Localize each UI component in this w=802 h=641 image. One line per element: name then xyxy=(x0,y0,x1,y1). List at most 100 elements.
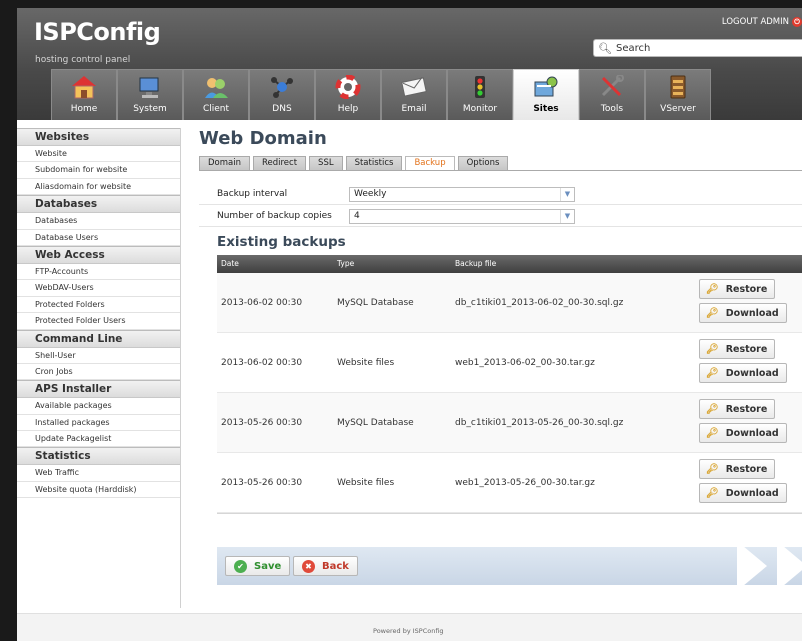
module-label: Tools xyxy=(600,104,624,114)
cancel-icon: ✖ xyxy=(302,559,315,573)
monitor-computer-icon xyxy=(136,74,164,100)
tab-statistics[interactable]: Statistics xyxy=(345,156,403,170)
tab-backup[interactable]: Backup xyxy=(405,156,455,170)
sidebar-item-website[interactable]: Website xyxy=(17,146,180,163)
download-button[interactable]: 🔑︎ Download xyxy=(699,363,787,383)
cell-backup-file: web1_2013-06-02_00-30.tar.gz xyxy=(455,358,595,368)
module-label: Home xyxy=(70,104,98,114)
table-row: 2013-06-02 00:30 Website files web1_2013… xyxy=(217,333,802,393)
module-home[interactable]: Home xyxy=(51,69,117,120)
footer: Powered by ISPConfig xyxy=(17,613,802,641)
footer-credit[interactable]: Powered by ISPConfig xyxy=(373,627,444,635)
sidebar-item-webdav-users[interactable]: WebDAV-Users xyxy=(17,280,180,297)
chevron-down-icon: ▼ xyxy=(560,188,574,201)
cell-backup-file: db_c1tiki01_2013-05-26_00-30.sql.gz xyxy=(455,418,624,428)
backup-interval-select[interactable]: Weekly ▼ xyxy=(349,187,575,202)
search-icon: 🔍︎ xyxy=(598,41,612,55)
cell-date: 2013-06-02 00:30 xyxy=(221,298,303,308)
module-tools[interactable]: Tools xyxy=(579,69,645,120)
module-sites[interactable]: Sites xyxy=(513,69,579,120)
tab-ssl[interactable]: SSL xyxy=(309,156,343,170)
module-system[interactable]: System xyxy=(117,69,183,120)
table-row: 2013-05-26 00:30 Website files web1_2013… xyxy=(217,453,802,513)
cell-date: 2013-05-26 00:30 xyxy=(221,418,303,428)
sidebar-item-subdomain[interactable]: Subdomain for website xyxy=(17,162,180,179)
restore-button[interactable]: 🔑︎ Restore xyxy=(699,279,776,299)
save-button[interactable]: ✔ Save xyxy=(225,556,291,576)
module-label: Client xyxy=(202,104,230,114)
module-help[interactable]: Help xyxy=(315,69,381,120)
restore-button[interactable]: 🔑︎ Restore xyxy=(699,339,776,359)
app-subtitle: hosting control panel xyxy=(35,55,131,65)
sidebar-nav: Websites Website Subdomain for website A… xyxy=(17,128,181,608)
key-icon: 🔑︎ xyxy=(706,403,719,415)
sidebar-item-web-traffic[interactable]: Web Traffic xyxy=(17,465,180,482)
table-header: Date Type Backup file xyxy=(217,255,802,273)
backup-copies-select[interactable]: 4 ▼ xyxy=(349,209,575,224)
download-button[interactable]: 🔑︎ Download xyxy=(699,423,787,443)
tab-redirect[interactable]: Redirect xyxy=(252,156,307,170)
sidebar-item-update-packagelist[interactable]: Update Packagelist xyxy=(17,431,180,448)
tab-divider xyxy=(199,170,802,171)
power-icon: ⏻ xyxy=(792,17,802,27)
table-row: 2013-05-26 00:30 MySQL Database db_c1tik… xyxy=(217,393,802,453)
download-button[interactable]: 🔑︎ Download xyxy=(699,483,787,503)
sidebar-item-protected-folder-users[interactable]: Protected Folder Users xyxy=(17,313,180,330)
server-icon xyxy=(664,74,692,100)
users-icon xyxy=(202,74,230,100)
module-label: DNS xyxy=(272,104,292,114)
sidebar-section-aps-installer: APS Installer xyxy=(17,380,180,399)
sidebar-item-database-users[interactable]: Database Users xyxy=(17,230,180,246)
column-date: Date xyxy=(221,259,239,268)
module-label: VServer xyxy=(660,104,696,114)
sidebar-section-websites: Websites xyxy=(17,128,180,146)
tab-domain[interactable]: Domain xyxy=(199,156,250,170)
sidebar-item-installed-packages[interactable]: Installed packages xyxy=(17,415,180,432)
cell-type: Website files xyxy=(337,478,395,488)
cell-type: MySQL Database xyxy=(337,418,414,428)
home-icon xyxy=(70,74,98,100)
tab-bar: Domain Redirect SSL Statistics Backup Op… xyxy=(199,156,509,170)
app-logo[interactable]: ISPConfig xyxy=(34,18,161,46)
sidebar-item-ftp-accounts[interactable]: FTP-Accounts xyxy=(17,264,180,281)
page-title: Web Domain xyxy=(199,128,327,149)
restore-button[interactable]: 🔑︎ Restore xyxy=(699,459,776,479)
backup-interval-value: Weekly xyxy=(354,189,387,199)
module-email[interactable]: Email xyxy=(381,69,447,120)
chevron-decoration xyxy=(777,547,802,585)
backup-interval-row: Backup interval Weekly ▼ xyxy=(199,185,802,205)
module-dns[interactable]: DNS xyxy=(249,69,315,120)
chevron-down-icon: ▼ xyxy=(560,210,574,223)
backups-table: Date Type Backup file 2013-06-02 00:30 M… xyxy=(217,255,802,561)
module-client[interactable]: Client xyxy=(183,69,249,120)
traffic-light-icon xyxy=(466,74,494,100)
column-type: Type xyxy=(337,259,355,268)
column-backup-file: Backup file xyxy=(455,259,497,268)
module-vserver[interactable]: VServer xyxy=(645,69,711,120)
table-row: 2013-06-02 00:30 MySQL Database db_c1tik… xyxy=(217,273,802,333)
sidebar-item-aliasdomain[interactable]: Aliasdomain for website xyxy=(17,179,180,196)
sidebar-item-databases[interactable]: Databases xyxy=(17,213,180,230)
tools-icon xyxy=(598,74,626,100)
cell-type: MySQL Database xyxy=(337,298,414,308)
sidebar-item-available-packages[interactable]: Available packages xyxy=(17,398,180,415)
module-monitor[interactable]: Monitor xyxy=(447,69,513,120)
sidebar-item-protected-folders[interactable]: Protected Folders xyxy=(17,297,180,314)
key-icon: 🔑︎ xyxy=(706,463,719,475)
download-label: Download xyxy=(725,487,779,499)
sidebar-item-shell-user[interactable]: Shell-User xyxy=(17,348,180,364)
lifebuoy-icon xyxy=(334,74,362,100)
search-field[interactable]: 🔍︎ Search xyxy=(593,39,802,57)
action-bar: ✔ Save ✖ Back xyxy=(217,547,802,585)
back-button[interactable]: ✖ Back xyxy=(293,556,358,576)
restore-button[interactable]: 🔑︎ Restore xyxy=(699,399,776,419)
download-button[interactable]: 🔑︎ Download xyxy=(699,303,787,323)
sidebar-item-website-quota[interactable]: Website quota (Harddisk) xyxy=(17,482,180,499)
sidebar-item-cron-jobs[interactable]: Cron Jobs xyxy=(17,364,180,381)
restore-label: Restore xyxy=(725,343,768,355)
logout-link[interactable]: LOGOUT ADMIN ⏻ xyxy=(722,17,802,27)
restore-label: Restore xyxy=(725,403,768,415)
key-icon: 🔑︎ xyxy=(706,367,719,379)
tab-options[interactable]: Options xyxy=(457,156,509,170)
key-icon: 🔑︎ xyxy=(706,487,719,499)
